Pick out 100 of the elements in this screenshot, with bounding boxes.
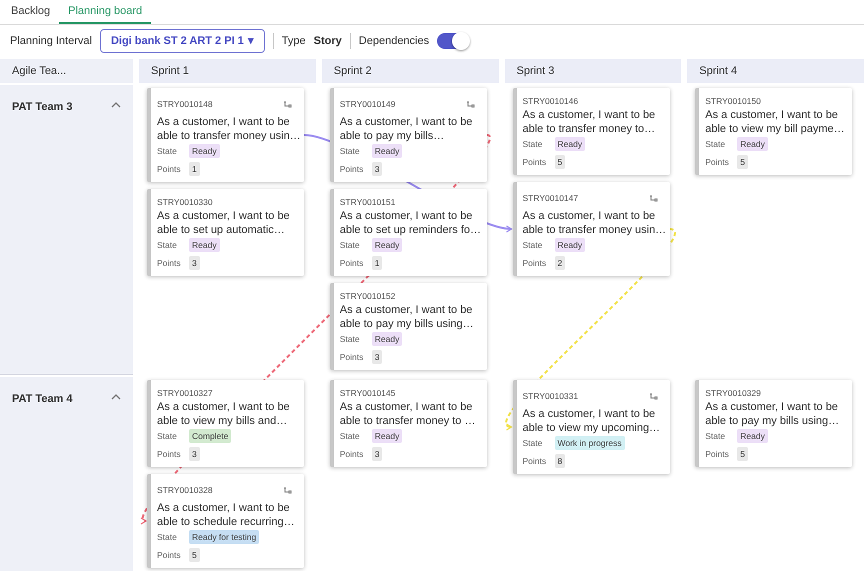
story-title: As a customer, I want to be able to transfer money usin…	[157, 115, 298, 143]
column-header: Agile Tea...	[0, 59, 133, 83]
story-id: STRY0010148	[157, 99, 213, 110]
story-id: STRY0010150	[705, 96, 761, 107]
story-card[interactable]: STRY0010327 As a customer, I want to be able to view my bills and… State Complete Points 3	[147, 380, 304, 467]
story-title: As a customer, I want to be able to set up reminders fo…	[340, 209, 481, 237]
team-name: PAT Team 3	[12, 100, 73, 115]
story-title: As a customer, I want to be able to transfer money usin…	[522, 209, 664, 237]
story-card[interactable]: STRY0010328 As a customer, I want to be able to schedule recurring… State Ready for testing Points 5	[147, 474, 304, 568]
state-badge: Ready	[737, 137, 768, 151]
dependencies-toggle[interactable]	[437, 33, 470, 49]
story-title: As a customer, I want to be able to set up automatic…	[157, 209, 291, 237]
story-id: STRY0010146	[522, 96, 578, 107]
field-label: Points	[522, 455, 548, 467]
story-title: As a customer, I want to be able to schedule recurring…	[157, 501, 296, 529]
story-card[interactable]: STRY0010331 As a customer, I want to be able to view my upcoming… State Work in progress Points 8	[512, 380, 670, 474]
story-title: As a customer, I want to be able to view my bill payme…	[705, 108, 846, 136]
dependency-icon[interactable]	[283, 100, 292, 108]
story-title: As a customer, I want to be able to view my upcoming…	[522, 407, 662, 435]
field-label: State	[157, 239, 178, 251]
field-label: State	[522, 138, 544, 150]
story-id: STRY0010147	[522, 193, 578, 204]
sprint-header: Sprint 1	[139, 59, 316, 83]
points-badge: 3	[372, 162, 382, 176]
state-badge: Work in progress	[554, 436, 625, 450]
story-id: STRY0010149	[340, 99, 396, 110]
state-badge: Ready	[189, 144, 220, 158]
points-badge: 2	[554, 256, 566, 270]
state-badge: Ready	[554, 137, 586, 151]
sprint-header: Sprint 3	[504, 59, 682, 83]
field-label: Points	[157, 549, 182, 561]
story-card[interactable]: STRY0010145 As a customer, I want to be able to transfer money to … State Ready Points 3	[330, 380, 487, 467]
field-label: Points	[522, 156, 548, 168]
field-label: State	[522, 239, 544, 251]
field-label: Points	[705, 448, 730, 460]
state-badge: Complete	[189, 429, 232, 443]
state-badge: Ready	[372, 238, 402, 252]
tab[interactable]: Planning board	[59, 0, 152, 24]
points-badge: 3	[189, 447, 200, 461]
chevron-up-icon[interactable]	[111, 393, 121, 401]
points-badge: 8	[554, 454, 566, 468]
filter-label: Planning Interval	[10, 34, 92, 49]
points-badge: 1	[372, 256, 382, 270]
story-title: As a customer, I want to be able to transfer money to…	[522, 108, 656, 136]
field-label: Points	[157, 163, 182, 175]
story-id: STRY0010331	[522, 391, 578, 402]
story-card[interactable]: STRY0010151 As a customer, I want to be able to set up reminders fo… State Ready Points 1	[330, 189, 487, 276]
field-label: State	[157, 430, 178, 442]
filter-value: Story	[314, 34, 342, 49]
field-label: State	[705, 430, 726, 442]
points-badge: 3	[372, 350, 382, 364]
state-badge: Ready	[372, 332, 402, 346]
field-label: State	[705, 138, 726, 150]
team-name: PAT Team 4	[12, 392, 73, 407]
field-label: State	[522, 437, 544, 449]
filter-label: Type	[282, 34, 306, 49]
field-label: State	[157, 145, 178, 157]
sprint-header: Sprint 4	[687, 59, 864, 83]
field-label: Points	[157, 257, 182, 269]
field-label: State	[340, 333, 361, 345]
state-badge: Ready	[554, 238, 586, 252]
story-card[interactable]: STRY0010147 As a customer, I want to be able to transfer money usin… State Ready Points 2	[512, 182, 670, 276]
state-badge: Ready for testing	[189, 530, 260, 544]
field-label: Points	[522, 257, 548, 269]
story-card[interactable]: STRY0010330 As a customer, I want to be able to set up automatic… State Ready Points 3	[147, 189, 304, 276]
field-label: State	[340, 430, 361, 442]
story-title: As a customer, I want to be able to pay my bills…	[340, 115, 474, 143]
story-title: As a customer, I want to be able to pay my bills using…	[340, 303, 475, 331]
story-card[interactable]: STRY0010149 As a customer, I want to be able to pay my bills… State Ready Points 3	[330, 88, 487, 182]
state-badge: Ready	[189, 238, 220, 252]
field-label: Points	[340, 448, 364, 460]
interval-dropdown[interactable]: Digi bank ST 2 ART 2 PI 1 ▾	[100, 28, 265, 54]
dependency-icon[interactable]	[466, 100, 475, 108]
story-card[interactable]: STRY0010150 As a customer, I want to be able to view my bill payme… State Ready Points 5	[695, 88, 852, 175]
field-label: Points	[340, 163, 364, 175]
story-id: STRY0010152	[340, 291, 396, 302]
story-card[interactable]: STRY0010148 As a customer, I want to be able to transfer money usin… State Ready Points 1	[147, 88, 304, 182]
points-badge: 5	[554, 155, 566, 169]
points-badge: 5	[737, 447, 748, 461]
field-label: Points	[340, 351, 364, 363]
field-label: State	[157, 531, 178, 543]
story-card[interactable]: STRY0010152 As a customer, I want to be able to pay my bills using… State Ready Points 3	[330, 283, 487, 370]
story-card[interactable]: STRY0010146 As a customer, I want to be able to transfer money to… State Ready Points 5	[512, 88, 670, 175]
field-label: Points	[705, 156, 730, 168]
state-badge: Ready	[737, 429, 768, 443]
dependency-icon[interactable]	[283, 486, 292, 494]
story-card[interactable]: STRY0010329 As a customer, I want to be able to pay my bills using… State Ready Points 5	[695, 380, 852, 467]
story-id: STRY0010329	[705, 388, 761, 399]
sprint-header: Sprint 2	[322, 59, 498, 83]
story-title: As a customer, I want to be able to transfer money to …	[340, 400, 476, 428]
dependency-icon[interactable]	[648, 392, 658, 400]
chevron-up-icon[interactable]	[111, 101, 121, 109]
story-id: STRY0010151	[340, 197, 396, 208]
story-title: As a customer, I want to be able to view my bills and…	[157, 400, 291, 428]
field-label: Points	[157, 448, 182, 460]
field-label: Points	[340, 257, 364, 269]
tab[interactable]: Backlog	[2, 0, 60, 24]
story-id: STRY0010327	[157, 388, 213, 399]
story-id: STRY0010145	[340, 388, 396, 399]
dependency-icon[interactable]	[648, 194, 658, 202]
